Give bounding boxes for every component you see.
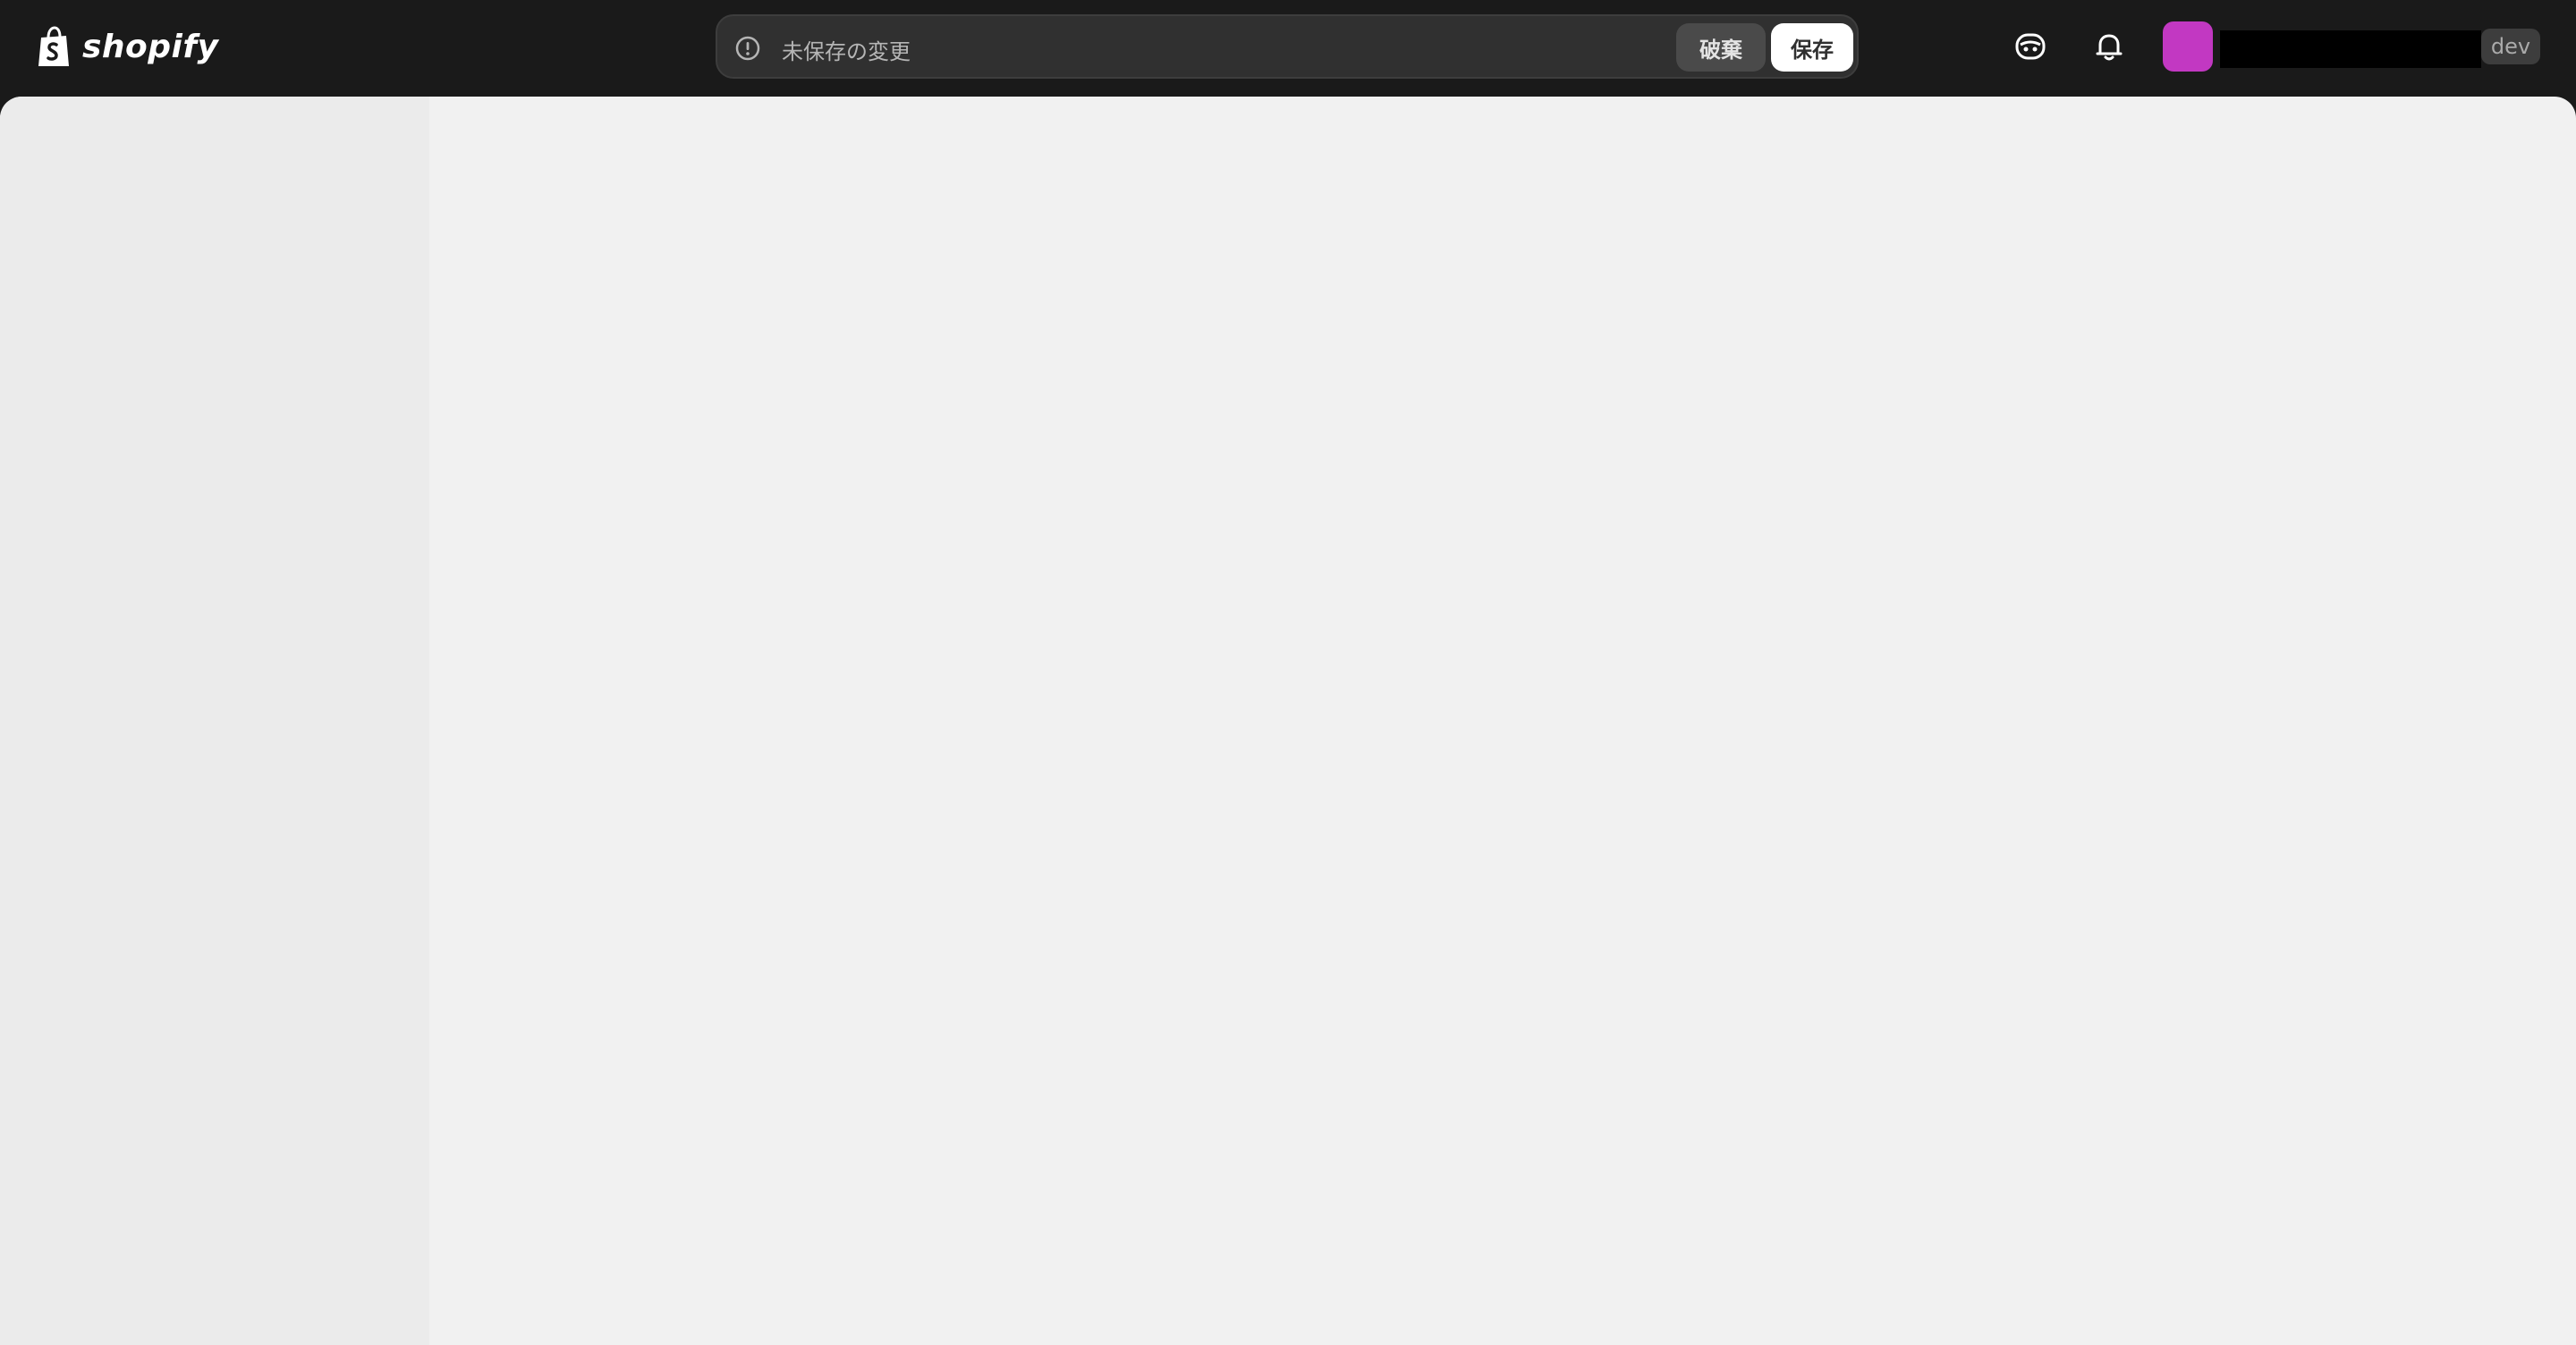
save-button[interactable]: 保存	[1771, 23, 1853, 72]
store-badge: dev	[2481, 29, 2540, 64]
alert-circle-icon	[735, 36, 760, 61]
store-avatar[interactable]	[2163, 21, 2213, 72]
unsaved-message: 未保存の変更	[782, 39, 911, 64]
sidebar-nav	[0, 97, 429, 1345]
shopify-bag-icon	[38, 26, 69, 66]
shopify-logo[interactable]: shopify	[36, 23, 219, 70]
unsaved-changes-bar: 未保存の変更 破棄 保存	[716, 14, 1859, 79]
redacted-store-name	[2220, 30, 2481, 68]
app-frame	[0, 97, 2576, 1345]
top-bar: shopify 未保存の変更 破棄 保存 dev	[0, 0, 2576, 97]
bell-icon[interactable]	[2091, 29, 2127, 64]
discard-button[interactable]: 破棄	[1676, 23, 1766, 72]
brand-name: shopify	[82, 28, 219, 65]
sidekick-icon[interactable]	[2012, 29, 2048, 64]
